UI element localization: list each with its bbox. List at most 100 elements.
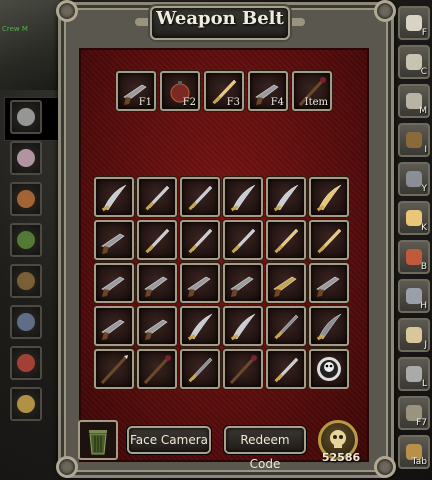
saber-icon <box>230 184 256 212</box>
right-tab-j[interactable]: J <box>398 318 430 352</box>
hotkey-label: F <box>421 28 427 38</box>
hotkey-label: J <box>424 340 427 350</box>
inventory-slot[interactable] <box>223 220 263 260</box>
redeem-code-button[interactable]: Redeem Code <box>224 426 306 471</box>
left-tab-crossed-pistols[interactable] <box>10 100 42 134</box>
gold-amount: 52586 <box>321 451 361 464</box>
right-tab-tab[interactable]: Tab <box>398 435 430 469</box>
hotkey-label: Item <box>304 97 328 108</box>
frame-corner <box>56 456 78 478</box>
voodoo-staff-icon <box>143 355 171 385</box>
kris-dagger-icon <box>230 313 256 341</box>
right-tab-c[interactable]: C <box>398 45 430 79</box>
hotkey-label: M <box>419 106 427 116</box>
belt-slot-f3[interactable]: F3 <box>204 71 244 111</box>
inventory-slot[interactable] <box>309 306 349 346</box>
inventory-slot[interactable] <box>180 306 220 346</box>
hotkey-label: B <box>420 262 427 272</box>
gold-pistol-icon <box>273 276 297 297</box>
dueling-pistol-icon <box>101 319 125 340</box>
face-camera-button[interactable]: Face Camera <box>127 426 211 454</box>
game-screen: Crew M Weapon Belt F1 F2 F3 F4 Item Face Cam… <box>0 0 432 480</box>
frame-corner <box>56 0 78 22</box>
loot-pile-icon <box>17 313 35 331</box>
belt-slot-f4[interactable]: F4 <box>248 71 288 111</box>
title-plate: Weapon Belt <box>150 6 290 40</box>
fire-sword-icon <box>274 228 299 254</box>
inventory-slot[interactable] <box>137 349 177 389</box>
left-tab-clothing[interactable] <box>10 141 42 175</box>
rapier-icon <box>188 185 213 211</box>
ghost-blade-icon <box>274 314 299 340</box>
hotkey-label: C <box>420 67 427 77</box>
left-tab-jewelry[interactable] <box>10 182 42 216</box>
musket-icon <box>144 276 168 297</box>
golden-cutlass-icon <box>316 184 342 212</box>
inventory-slot[interactable] <box>309 349 349 389</box>
volley-gun-icon <box>144 319 168 340</box>
left-tab-potion[interactable] <box>10 223 42 257</box>
bone-dagger-icon <box>188 357 213 383</box>
left-tab-loot-pile[interactable] <box>10 305 42 339</box>
inventory-slot[interactable] <box>180 349 220 389</box>
ornate-sword-icon <box>145 228 170 254</box>
inventory-slot[interactable] <box>309 177 349 217</box>
inventory-slot[interactable] <box>223 306 263 346</box>
barrel-icon <box>17 272 35 290</box>
inventory-slot[interactable] <box>180 263 220 303</box>
right-tab-i[interactable]: I <box>398 123 430 157</box>
inventory-slot[interactable] <box>180 177 220 217</box>
inventory-slot[interactable] <box>94 306 134 346</box>
right-tab-y[interactable]: Y <box>398 162 430 196</box>
inventory-slot[interactable] <box>223 177 263 217</box>
right-tab-f[interactable]: F <box>398 6 430 40</box>
inventory-slot[interactable] <box>137 306 177 346</box>
right-tab-f7[interactable]: F7 <box>398 396 430 430</box>
left-tab-gold-coins[interactable] <box>10 387 42 421</box>
inventory-slot[interactable] <box>223 263 263 303</box>
left-tab-document[interactable] <box>10 346 42 380</box>
dagger-icon <box>145 185 170 211</box>
hotkey-label: F3 <box>226 97 240 108</box>
chest-icon <box>406 132 422 148</box>
double-pistol-icon <box>230 276 254 297</box>
inventory-slot[interactable] <box>137 177 177 217</box>
right-tab-h[interactable]: H <box>398 279 430 313</box>
inventory-slot[interactable] <box>266 263 306 303</box>
blunderbuss-icon <box>101 276 125 297</box>
inventory-slot[interactable] <box>137 263 177 303</box>
longsword-icon <box>188 228 213 254</box>
gold-hilt-sword-icon <box>317 228 342 254</box>
inventory-slot[interactable] <box>266 220 306 260</box>
inventory-slot[interactable] <box>94 220 134 260</box>
inventory-slot[interactable] <box>94 263 134 303</box>
right-tab-b[interactable]: B <box>398 240 430 274</box>
inventory-slot[interactable] <box>266 177 306 217</box>
inventory-slot[interactable] <box>309 263 349 303</box>
scene-background: Crew M <box>0 0 60 90</box>
grapeshot-pistol-icon <box>316 276 340 297</box>
right-tab-l[interactable]: L <box>398 357 430 391</box>
inventory-slot[interactable] <box>309 220 349 260</box>
inventory-slot[interactable] <box>223 349 263 389</box>
inventory-slot[interactable] <box>94 177 134 217</box>
overhead-name: Crew M <box>2 25 28 33</box>
belt-slot-f1[interactable]: F1 <box>116 71 156 111</box>
trash-slot[interactable] <box>78 420 118 460</box>
left-tab-barrel[interactable] <box>10 264 42 298</box>
hotkey-label: Tab <box>411 457 427 467</box>
inventory-slot[interactable] <box>94 349 134 389</box>
right-tab-m[interactable]: M <box>398 84 430 118</box>
inventory-slot[interactable] <box>180 220 220 260</box>
inventory-slot[interactable] <box>266 349 306 389</box>
hotkey-label: K <box>421 223 427 233</box>
inventory-slot[interactable] <box>137 220 177 260</box>
inventory-slot[interactable] <box>266 306 306 346</box>
scimitar-icon <box>273 184 299 212</box>
hotkey-label: I <box>424 145 427 155</box>
belt-slot-f2[interactable]: F2 <box>160 71 200 111</box>
dark-staff-icon <box>229 355 257 385</box>
right-tab-k[interactable]: K <box>398 201 430 235</box>
belt-slot-item[interactable]: Item <box>292 71 332 111</box>
hotkey-label: Y <box>421 184 428 194</box>
